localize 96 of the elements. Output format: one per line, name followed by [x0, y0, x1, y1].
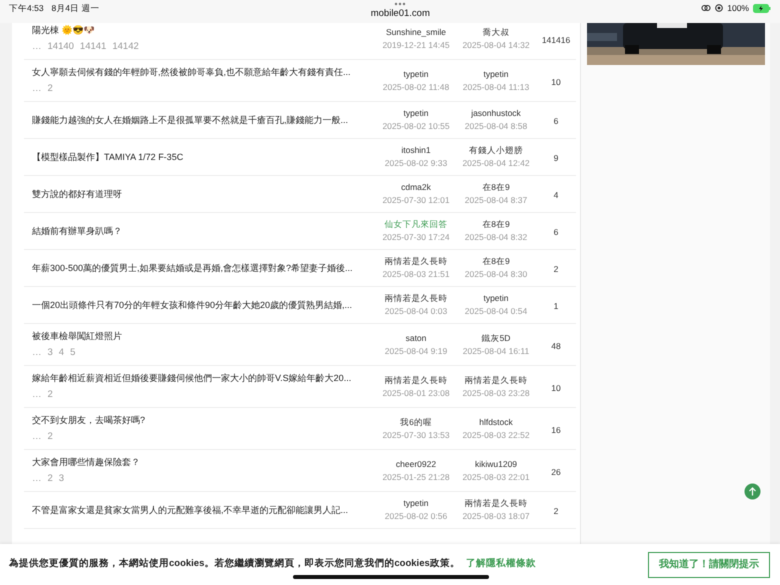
- topic-title[interactable]: 不管是富家女還是貧家女當男人的元配難享後福,不幸早逝的元配卻能讓男人記...: [32, 502, 348, 518]
- post-date: 2019-12-21 14:45: [382, 38, 450, 52]
- last-reply-date: 2025-08-03 22:01: [462, 470, 530, 484]
- author-name[interactable]: cheer0922: [396, 458, 436, 470]
- last-reply-user[interactable]: 在8在9: [482, 181, 510, 194]
- author-name[interactable]: Sunshine_smile: [386, 26, 446, 38]
- last-reply-date: 2025-08-04 11:13: [462, 80, 530, 94]
- post-date: 2025-08-02 10:55: [382, 120, 450, 133]
- ellipsis: …: [32, 430, 42, 444]
- battery-icon: [752, 4, 771, 13]
- last-reply-date: 2025-08-04 12:42: [462, 157, 530, 170]
- topic-title[interactable]: 一個20出頭條件只有70分的年輕女孩和條件90分年齡大她20歲的優質熟男結婚,...: [32, 298, 352, 312]
- scroll-top-icon[interactable]: [744, 483, 761, 500]
- author-name[interactable]: typetin: [403, 107, 429, 120]
- cookie-notice: 為提供您更優質的服務，本網站使用cookies。若您繼續瀏覽網頁，即表示您同意我們的cookies政策。: [9, 557, 460, 572]
- reply-count: 6: [554, 227, 558, 237]
- ellipsis: …: [32, 346, 42, 360]
- last-reply-user[interactable]: typetin: [483, 292, 509, 305]
- reply-count: 16: [551, 424, 561, 434]
- url-text[interactable]: mobile01.com: [370, 7, 430, 22]
- post-date: 2025-01-25 21:28: [382, 470, 450, 484]
- last-reply-user[interactable]: jasonhustock: [471, 107, 521, 120]
- author-name[interactable]: 我6的喔: [400, 416, 432, 428]
- last-reply-date: 2025-08-03 22:52: [462, 428, 530, 442]
- topic-title[interactable]: 嫁給年齡相近薪資相近但婚後要賺錢伺候他們一家大小的帥哥V.S嫁給年齡大20...: [32, 371, 352, 386]
- author-name[interactable]: typetin: [403, 68, 429, 80]
- more-icon[interactable]: [394, 2, 406, 6]
- last-reply-user[interactable]: 在8在9: [482, 255, 510, 268]
- last-reply-user[interactable]: hlfdstock: [479, 416, 513, 428]
- last-reply-user[interactable]: 有錢人小翅膀: [469, 144, 523, 157]
- post-date: 2025-07-30 13:53: [382, 428, 450, 442]
- last-reply-user[interactable]: 兩情若是久長時: [464, 497, 528, 510]
- last-reply-user[interactable]: 喬大叔: [482, 26, 510, 38]
- post-date: 2025-08-02 0:56: [384, 510, 448, 523]
- topic-title[interactable]: 交不到女朋友，去喝茶好嗎?: [32, 413, 146, 428]
- last-reply-date: 2025-08-04 8:37: [464, 194, 528, 207]
- author-name[interactable]: 兩情若是久長時: [384, 255, 448, 268]
- reply-count: 6: [554, 116, 558, 126]
- last-reply-user[interactable]: typetin: [483, 68, 509, 80]
- reply-count: 10: [551, 382, 561, 392]
- author-name[interactable]: typetin: [403, 497, 429, 510]
- author-name[interactable]: itoshin1: [401, 144, 431, 157]
- last-reply-date: 2025-08-04 16:11: [462, 344, 530, 358]
- reply-count: 1: [554, 301, 558, 311]
- post-date: 2025-07-30 12:01: [382, 194, 450, 207]
- ellipsis: …: [32, 388, 42, 402]
- last-reply-user[interactable]: 在8在9: [482, 218, 510, 231]
- last-reply-date: 2025-08-04 0:54: [464, 305, 528, 318]
- last-reply-user[interactable]: 兩情若是久長時: [464, 374, 528, 386]
- topic-title[interactable]: 賺錢能力越強的女人在婚姻路上不是很孤單要不然就是千瘡百孔,賺錢能力一般...: [32, 112, 348, 128]
- last-reply-date: 2025-08-04 8:58: [464, 120, 528, 133]
- topic-title[interactable]: 女人寧願去伺候有錢的年輕帥哥,然後被帥哥辜負,也不願意給年齡大有錢有責任...: [32, 65, 351, 80]
- ellipsis: …: [32, 40, 42, 54]
- topic-title[interactable]: 結婚前有辦單身趴嗎？: [32, 224, 122, 238]
- post-date: 2025-08-03 21:51: [382, 268, 450, 281]
- post-date: 2025-08-02 11:48: [382, 80, 450, 94]
- status-date: 8月4日 週一: [52, 2, 100, 15]
- status-time: 下午4:53: [9, 2, 44, 15]
- reply-count: 141416: [542, 34, 570, 44]
- author-name[interactable]: saton: [406, 332, 426, 344]
- reply-count: 48: [551, 340, 561, 350]
- post-date: 2025-08-04 9:19: [384, 344, 448, 358]
- post-date: 2025-07-30 17:24: [382, 231, 450, 244]
- topic-title[interactable]: 陽光棟 🌞😎🐶: [32, 23, 95, 38]
- last-reply-date: 2025-08-04 14:32: [462, 38, 530, 52]
- ellipsis: …: [32, 82, 42, 96]
- reply-count: 2: [554, 506, 558, 516]
- last-reply-date: 2025-08-03 23:28: [462, 386, 530, 400]
- location-icon: [715, 4, 724, 12]
- last-reply-user[interactable]: 鐵灰5D: [482, 332, 510, 344]
- privacy-link[interactable]: 了解隱私權條款: [466, 557, 648, 572]
- author-name[interactable]: 兩情若是久長時: [384, 292, 448, 305]
- topic-title[interactable]: 雙方說的都好有道理呀: [32, 186, 122, 202]
- topic-title[interactable]: 【模型樣品製作】TAMIYA 1/72 F-35C: [32, 150, 184, 164]
- link-icon: [701, 4, 712, 12]
- topic-title[interactable]: 被後車檢舉闖紅燈照片: [32, 329, 122, 344]
- last-reply-date: 2025-08-04 8:32: [464, 231, 528, 244]
- ellipsis: …: [32, 472, 42, 486]
- reply-count: 26: [551, 466, 561, 476]
- author-name[interactable]: 兩情若是久長時: [384, 374, 448, 386]
- last-reply-user[interactable]: kikiwu1209: [474, 458, 518, 470]
- reply-count: 10: [551, 76, 561, 86]
- last-reply-date: 2025-08-04 8:30: [464, 268, 528, 281]
- post-date: 2025-08-02 9:33: [384, 157, 448, 170]
- author-name[interactable]: cdma2k: [401, 181, 431, 194]
- topic-title[interactable]: 大家會用哪些情趣保險套？: [32, 455, 140, 470]
- post-date: 2025-08-01 23:08: [382, 386, 450, 400]
- reply-count: 4: [554, 190, 558, 200]
- author-name[interactable]: 仙女下凡來回答: [384, 218, 448, 231]
- last-reply-date: 2025-08-03 18:07: [462, 510, 530, 523]
- reply-count: 2: [554, 264, 558, 274]
- reply-count: 9: [554, 153, 558, 163]
- battery-percent: 100%: [727, 2, 749, 15]
- dismiss-button[interactable]: 我知道了！請關閉提示: [648, 552, 770, 578]
- post-date: 2025-08-04 0:03: [384, 305, 448, 318]
- topic-title[interactable]: 年薪300-500萬的優質男士,如果要結婚或是再婚,會怎樣選擇對象?希望妻子婚後...: [32, 260, 353, 276]
